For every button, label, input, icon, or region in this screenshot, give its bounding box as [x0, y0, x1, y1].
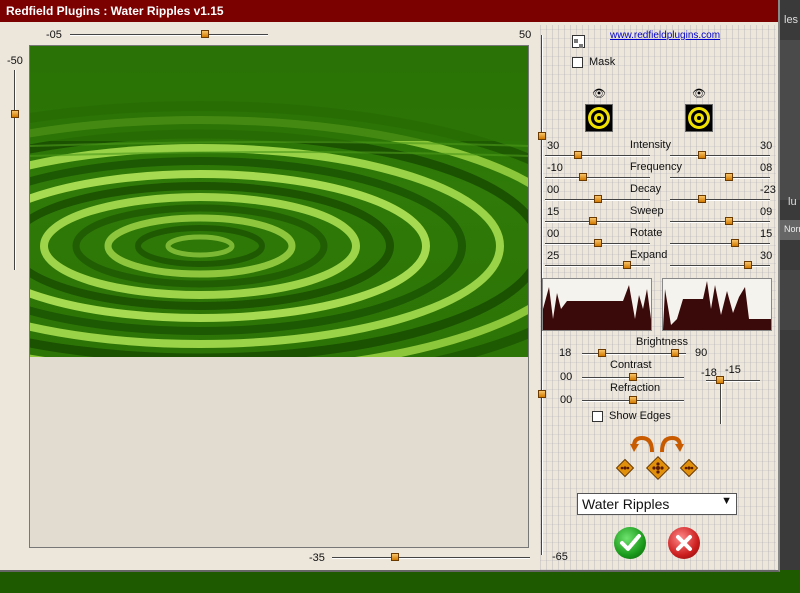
left-slider-label: -50 [7, 55, 23, 67]
dialog-title: Redfield Plugins : Water Ripples v1.15 [6, 4, 224, 18]
param-name: Rotate [630, 227, 663, 239]
bottom-slider-thumb[interactable] [391, 553, 399, 561]
param-right-slider-thumb[interactable] [698, 195, 706, 203]
refraction-label: Refraction [610, 382, 661, 394]
param-left-value: 25 [547, 250, 560, 262]
dice-icon[interactable] [615, 458, 635, 483]
preset-dropdown[interactable]: Water Ripples ▼ [577, 493, 737, 515]
eye-icon: 👁 [592, 88, 606, 100]
param-right-slider-thumb[interactable] [731, 239, 739, 247]
title-bar[interactable]: Redfield Plugins : Water Ripples v1.15 [0, 0, 778, 22]
left-slider-track[interactable] [14, 70, 16, 270]
brightness-right-value: 90 [695, 347, 708, 359]
param-left-slider-thumb[interactable] [594, 195, 602, 203]
refraction-value: 00 [560, 394, 573, 406]
contrast-slider-thumb[interactable] [629, 373, 637, 381]
right-slider-label: -65 [552, 551, 568, 563]
param-right-slider-track[interactable] [670, 177, 770, 179]
eye-icon: 👁 [692, 88, 706, 100]
light-position-thumb[interactable] [716, 376, 724, 384]
top-slider-min-label: -05 [46, 29, 62, 41]
param-left-slider-thumb[interactable] [579, 173, 587, 181]
param-left-slider-thumb[interactable] [574, 151, 582, 159]
ripple-light-icon[interactable] [585, 104, 613, 132]
top-slider-thumb[interactable] [201, 30, 209, 38]
param-right-slider-thumb[interactable] [744, 261, 752, 269]
light-x-slider-track[interactable] [706, 380, 760, 382]
plugin-dialog: Redfield Plugins : Water Ripples v1.15 -… [0, 0, 780, 572]
top-slider-track[interactable] [70, 34, 268, 36]
param-left-value: 00 [547, 184, 560, 196]
dice-icon[interactable] [645, 455, 671, 486]
brightness-slider-thumb-right[interactable] [671, 349, 679, 357]
bottom-slider-label: -35 [309, 552, 325, 564]
param-left-value: -10 [547, 162, 563, 174]
param-right-slider-track[interactable] [670, 265, 770, 267]
param-right-slider-track[interactable] [670, 199, 770, 201]
brightness-slider-thumb-left[interactable] [598, 349, 606, 357]
param-right-value: 30 [760, 250, 773, 262]
preset-selected: Water Ripples [582, 496, 670, 512]
param-right-slider-track[interactable] [670, 243, 770, 245]
param-right-slider-track[interactable] [670, 155, 770, 157]
background-app-text: les [784, 14, 799, 26]
param-right-slider-thumb[interactable] [725, 217, 733, 225]
cancel-button[interactable] [668, 527, 700, 559]
param-name: Sweep [630, 205, 664, 217]
bottom-slider-track[interactable] [332, 557, 530, 559]
param-name: Decay [630, 183, 662, 195]
param-left-slider-thumb[interactable] [589, 217, 597, 225]
param-left-value: 00 [547, 228, 560, 240]
param-right-slider-thumb[interactable] [725, 173, 733, 181]
histogram-left [542, 278, 652, 331]
param-name: Expand [630, 249, 668, 261]
param-right-value: -23 [760, 184, 776, 196]
background-app-sidebar-label: lu [788, 196, 797, 208]
brightness-label: Brightness [636, 336, 688, 348]
water-ripple-preview[interactable] [30, 46, 528, 357]
param-right-value: 30 [760, 140, 773, 152]
light-y-slider-track[interactable] [720, 378, 722, 424]
param-name: Intensity [630, 139, 671, 151]
param-left-slider-thumb[interactable] [594, 239, 602, 247]
param-right-slider-track[interactable] [670, 221, 770, 223]
param-left-slider-track[interactable] [545, 265, 650, 267]
param-left-slider-track[interactable] [545, 177, 650, 179]
light-x-readout: -18 [701, 367, 717, 379]
param-right-value: 09 [760, 206, 773, 218]
ok-button[interactable] [614, 527, 646, 559]
param-left-value: 15 [547, 206, 560, 218]
param-right-slider-thumb[interactable] [698, 151, 706, 159]
contrast-value: 00 [560, 371, 573, 383]
param-left-value: 30 [547, 140, 560, 152]
mask-label: Mask [589, 56, 616, 68]
background-app-panel-label: Norm [784, 224, 800, 234]
ok-check-icon [620, 534, 641, 551]
right-slider-thumb-upper[interactable] [538, 132, 546, 140]
ripple-light-icon[interactable] [685, 104, 713, 132]
param-right-value: 15 [760, 228, 773, 240]
param-name: Frequency [630, 161, 682, 173]
contrast-label: Contrast [610, 359, 652, 371]
brightness-left-value: 18 [559, 347, 572, 359]
cancel-x-icon [676, 535, 692, 551]
refraction-slider-thumb[interactable] [629, 396, 637, 404]
param-right-value: 08 [760, 162, 773, 174]
website-link[interactable]: www.redfieldplugins.com [610, 30, 720, 41]
histogram-right [662, 278, 772, 331]
show-edges-label: Show Edges [609, 410, 671, 422]
param-left-slider-track[interactable] [545, 221, 650, 223]
top-slider-max-label: 50 [519, 29, 532, 41]
show-edges-checkbox[interactable] [592, 411, 603, 422]
param-left-slider-track[interactable] [545, 155, 650, 157]
light-y-readout: -15 [725, 364, 741, 376]
view-toggle-icon[interactable] [572, 35, 585, 48]
mask-checkbox[interactable] [572, 57, 583, 68]
left-slider-thumb[interactable] [11, 110, 19, 118]
background-app-canvas [0, 570, 800, 593]
param-left-slider-thumb[interactable] [623, 261, 631, 269]
dropdown-arrow-icon: ▼ [721, 495, 732, 507]
dice-icon[interactable] [679, 458, 699, 483]
right-slider-thumb-lower[interactable] [538, 390, 546, 398]
